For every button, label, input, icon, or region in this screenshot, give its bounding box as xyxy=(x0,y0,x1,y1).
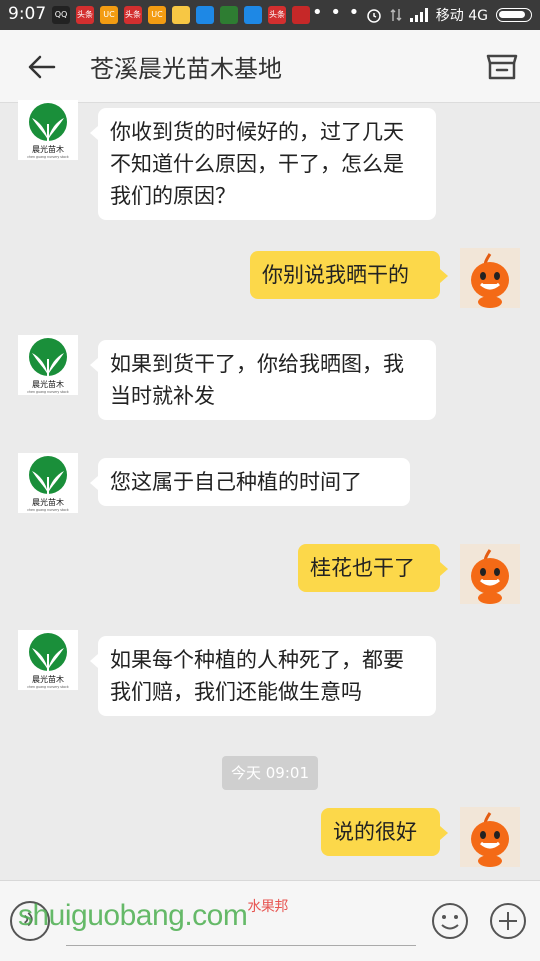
watermark-tag: 水果邦 xyxy=(247,898,288,914)
sprout-logo-icon: 晨光苗木 chen guang nursery stock xyxy=(27,103,69,159)
carrier-label: 移动 4G xyxy=(435,8,488,24)
squirrel-icon: UC xyxy=(148,6,166,24)
logo-subtext: chen guang nursery stock xyxy=(27,390,69,394)
logo-name: 晨光苗木 xyxy=(32,144,64,154)
user-avatar[interactable] xyxy=(460,544,520,604)
message-bubble[interactable]: 如果到货干了，你给我晒图，我当时就补发 xyxy=(90,340,436,420)
shop-icon[interactable] xyxy=(484,48,520,84)
logo-subtext: chen guang nursery stock xyxy=(27,155,69,159)
alarm-icon xyxy=(367,9,381,23)
watermark: shuiguobang.com水果邦 xyxy=(18,898,288,933)
message-timestamp: 今天 09:01 xyxy=(222,756,318,790)
logo-name: 晨光苗木 xyxy=(32,674,64,684)
status-bar: 9:07 QQ 头条 UC 头条 UC 头条 • • • 移动 4G xyxy=(0,0,540,30)
app-icon xyxy=(220,6,238,24)
chat-header: 苍溪晨光苗木基地 xyxy=(0,30,540,103)
data-transfer-icon xyxy=(390,9,402,21)
signal-icon xyxy=(409,8,428,22)
emoji-button[interactable] xyxy=(430,901,470,941)
mascot-avatar-icon xyxy=(471,549,509,604)
news-icon: 头条 xyxy=(76,6,94,24)
battery-icon xyxy=(496,8,532,22)
folder-icon xyxy=(172,6,190,24)
news-icon: 头条 xyxy=(268,6,286,24)
logo-subtext: chen guang nursery stock xyxy=(27,508,69,512)
app-icon xyxy=(196,6,214,24)
squirrel-icon: UC xyxy=(100,6,118,24)
shop-avatar[interactable]: 晨光苗木 chen guang nursery stock xyxy=(18,100,78,160)
sprout-logo-icon: 晨光苗木 chen guang nursery stock xyxy=(27,338,69,394)
shop-avatar[interactable]: 晨光苗木 chen guang nursery stock xyxy=(18,453,78,513)
mascot-avatar-icon xyxy=(471,812,509,867)
user-avatar[interactable] xyxy=(460,248,520,308)
message-bubble[interactable]: 你收到货的时候好的，过了几天不知道什么原因，干了，怎么是我们的原因？ xyxy=(90,108,436,220)
user-avatar[interactable] xyxy=(460,807,520,867)
sprout-logo-icon: 晨光苗木 chen guang nursery stock xyxy=(27,456,69,512)
message-bubble[interactable]: 桂花也干了 xyxy=(298,544,448,592)
message-bubble[interactable]: 说的很好 xyxy=(321,808,448,856)
shop-avatar[interactable]: 晨光苗木 chen guang nursery stock xyxy=(18,630,78,690)
message-bubble[interactable]: 如果每个种植的人种死了，都要我们赔，我们还能做生意吗 xyxy=(90,636,436,716)
shop-avatar[interactable]: 晨光苗木 chen guang nursery stock xyxy=(18,335,78,395)
chat-title: 苍溪晨光苗木基地 xyxy=(90,55,282,83)
logo-name: 晨光苗木 xyxy=(32,497,64,507)
logo-subtext: chen guang nursery stock xyxy=(27,685,69,689)
watermark-text: shuiguobang.com xyxy=(18,899,248,932)
sprout-logo-icon: 晨光苗木 chen guang nursery stock xyxy=(27,633,69,689)
app-icon xyxy=(244,6,262,24)
video-icon xyxy=(292,6,310,24)
logo-name: 晨光苗木 xyxy=(32,379,64,389)
news-icon: 头条 xyxy=(124,6,142,24)
input-bar: shuiguobang.com水果邦 xyxy=(0,880,540,961)
message-bubble[interactable]: 你别说我晒干的 xyxy=(250,251,448,299)
message-bubble[interactable]: 您这属于自己种植的时间了 xyxy=(90,458,410,506)
status-right: 移动 4G xyxy=(366,5,532,25)
more-notifications-icon: • • • xyxy=(312,2,361,23)
penguin-icon: QQ xyxy=(52,6,70,24)
back-arrow-icon[interactable] xyxy=(24,50,58,84)
notification-icons: QQ 头条 UC 头条 UC 头条 xyxy=(52,6,310,24)
message-input[interactable] xyxy=(66,945,416,946)
mascot-avatar-icon xyxy=(471,253,509,308)
more-options-button[interactable] xyxy=(488,901,528,941)
status-time: 9:07 xyxy=(8,4,47,24)
